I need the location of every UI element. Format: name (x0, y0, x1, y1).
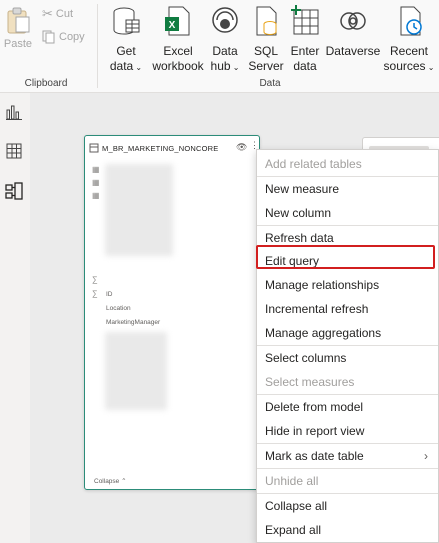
enter-data-button[interactable]: Enter data (287, 4, 323, 74)
svg-text:X: X (169, 20, 176, 31)
recent-line1: Recent (389, 44, 429, 58)
visibility-eye-icon[interactable]: 👁 (236, 142, 247, 153)
chevron-down-icon: ⌄ (230, 63, 240, 72)
dataverse-icon (340, 12, 366, 30)
menu-collapse-all[interactable]: Collapse all (257, 494, 438, 518)
menu-incremental-refresh[interactable]: Incremental refresh (257, 297, 438, 321)
collapse-label: Collapse (94, 478, 120, 485)
data-hub-icon (212, 7, 238, 33)
table-icon (89, 143, 99, 153)
menu-mark-as-date-table[interactable]: Mark as date table › (257, 444, 438, 468)
menu-manage-aggregations[interactable]: Manage aggregations (257, 321, 438, 345)
ribbon: Paste ✂ Cut Copy Clipboard Get data ⌄ X (0, 0, 439, 93)
data-group-label: Data (259, 78, 281, 89)
menu-expand-all[interactable]: Expand all (257, 518, 438, 542)
data-hub-button[interactable]: Data hub ⌄ (207, 4, 243, 75)
sql-server-icon (256, 6, 277, 36)
paste-button[interactable]: Paste (0, 4, 36, 60)
get-data-icon (113, 7, 140, 35)
copy-icon (42, 30, 55, 44)
table-card-header[interactable]: M_BR_MARKETING_NONCORE (89, 143, 229, 153)
field-marketingmanager[interactable]: MarketingManager (106, 319, 160, 326)
recent-sources-button[interactable]: Recent sources ⌄ (383, 4, 435, 75)
field-location[interactable]: Location (106, 305, 131, 312)
recent-sources-icon (400, 6, 422, 36)
copy-label: Copy (59, 31, 85, 43)
get-data-line1: Get (116, 44, 136, 58)
cut-label: Cut (55, 8, 74, 20)
copy-button[interactable]: Copy (42, 30, 85, 44)
menu-hide-in-report-view[interactable]: Hide in report view (257, 419, 438, 443)
calendar-icon: ▦ (92, 165, 100, 174)
blurred-field-names (105, 332, 167, 410)
excel-workbook-button[interactable]: X Excel workbook (150, 4, 206, 74)
mark-as-date-table-label: Mark as date table (265, 449, 364, 463)
menu-delete-from-model[interactable]: Delete from model (257, 395, 438, 419)
calendar-icon: ▦ (92, 191, 100, 200)
dataverse-label: Dataverse (325, 44, 381, 58)
calendar-icon: ▦ (92, 178, 100, 187)
menu-manage-relationships[interactable]: Manage relationships (257, 273, 438, 297)
table-card-title: M_BR_MARKETING_NONCORE (102, 143, 219, 153)
get-data-line2: data (109, 59, 134, 73)
chevron-down-icon: ⌄ (133, 63, 143, 72)
menu-unhide-all: Unhide all (265, 474, 319, 488)
get-data-button[interactable]: Get data ⌄ (106, 4, 146, 75)
edit-query-highlight-box (256, 245, 435, 269)
dataverse-button[interactable]: Dataverse (325, 4, 381, 59)
table-card[interactable]: M_BR_MARKETING_NONCORE 👁 ⋮ ▦ ▦ ▦ ∑ ∑ ID … (84, 135, 260, 490)
data-hub-line2: hub (210, 59, 231, 73)
chevron-up-icon: ⌃ (121, 478, 127, 485)
table-view-icon[interactable] (5, 142, 23, 160)
enter-data-line2: data (293, 59, 317, 73)
sql-line2: Server (248, 59, 284, 73)
report-view-icon[interactable] (5, 103, 23, 121)
model-view-icon[interactable] (5, 182, 23, 200)
sql-line1: SQL (253, 44, 278, 58)
menu-new-measure[interactable]: New measure (257, 177, 438, 201)
excel-line1: Excel (163, 44, 193, 58)
field-id[interactable]: ID (106, 291, 113, 298)
scissors-icon: ✂ (42, 6, 53, 21)
chevron-down-icon: ⌄ (425, 63, 435, 72)
paste-icon (7, 7, 30, 34)
excel-line2: workbook (152, 59, 204, 73)
clipboard-group-label: Clipboard (24, 78, 68, 89)
sum-icon: ∑ (92, 289, 98, 298)
excel-icon: X (165, 6, 190, 36)
enter-data-icon (291, 5, 319, 35)
cut-button[interactable]: ✂ Cut (42, 6, 73, 22)
sql-server-button[interactable]: SQL Server (248, 4, 284, 74)
context-menu: Add related tables New measure New colum… (256, 149, 439, 543)
view-rail (0, 93, 30, 543)
chevron-right-icon: › (424, 449, 428, 463)
paste-label: Paste (3, 38, 33, 50)
blurred-field-names (105, 164, 173, 256)
collapse-button[interactable]: Collapse ⌃ (94, 477, 127, 485)
menu-select-measures: Select measures (265, 375, 355, 389)
menu-select-columns[interactable]: Select columns (257, 346, 438, 370)
group-divider (97, 4, 98, 88)
recent-line2: sources (383, 59, 426, 73)
enter-data-line1: Enter (290, 44, 320, 58)
menu-add-related-tables: Add related tables (265, 157, 362, 171)
sum-icon: ∑ (92, 275, 98, 284)
menu-new-column[interactable]: New column (257, 201, 438, 225)
data-hub-line1: Data (212, 44, 238, 58)
